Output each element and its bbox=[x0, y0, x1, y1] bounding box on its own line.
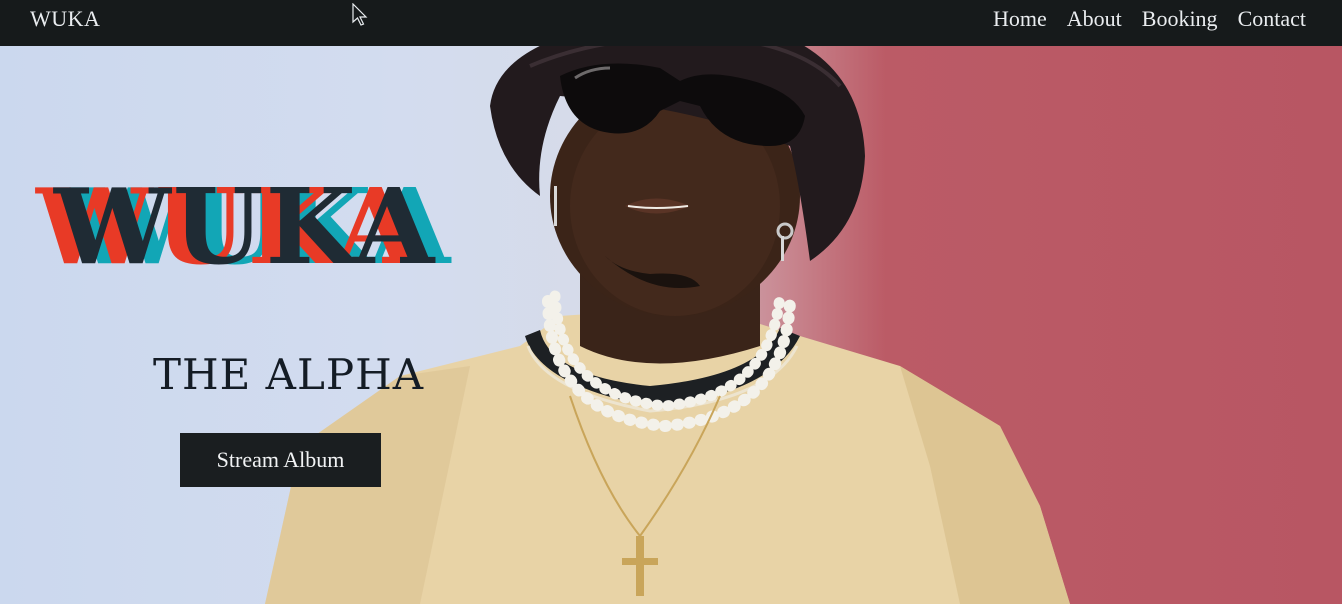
hero-title-main-layer: WUKA bbox=[54, 165, 437, 288]
artist-photo bbox=[265, 46, 1070, 604]
mouse-pointer-icon bbox=[352, 3, 368, 26]
nav-link-booking[interactable]: Booking bbox=[1142, 6, 1218, 32]
brand-logo-link[interactable]: WUKA bbox=[30, 6, 100, 32]
nav-link-home[interactable]: Home bbox=[993, 6, 1047, 32]
hero-section: THE ALPHA bbox=[0, 46, 1342, 604]
top-navbar: WUKA Home About Booking Contact bbox=[0, 0, 1342, 46]
nav-link-about[interactable]: About bbox=[1067, 6, 1122, 32]
page: WUKA Home About Booking Contact THE ALPH… bbox=[0, 0, 1342, 604]
album-subtitle: THE ALPHA bbox=[153, 350, 425, 399]
stream-album-button[interactable]: Stream Album bbox=[180, 433, 381, 487]
hero-title: WUKA WUKA WUKA bbox=[30, 172, 550, 292]
nav-link-contact[interactable]: Contact bbox=[1238, 6, 1306, 32]
nav-links: Home About Booking Contact bbox=[993, 6, 1306, 32]
